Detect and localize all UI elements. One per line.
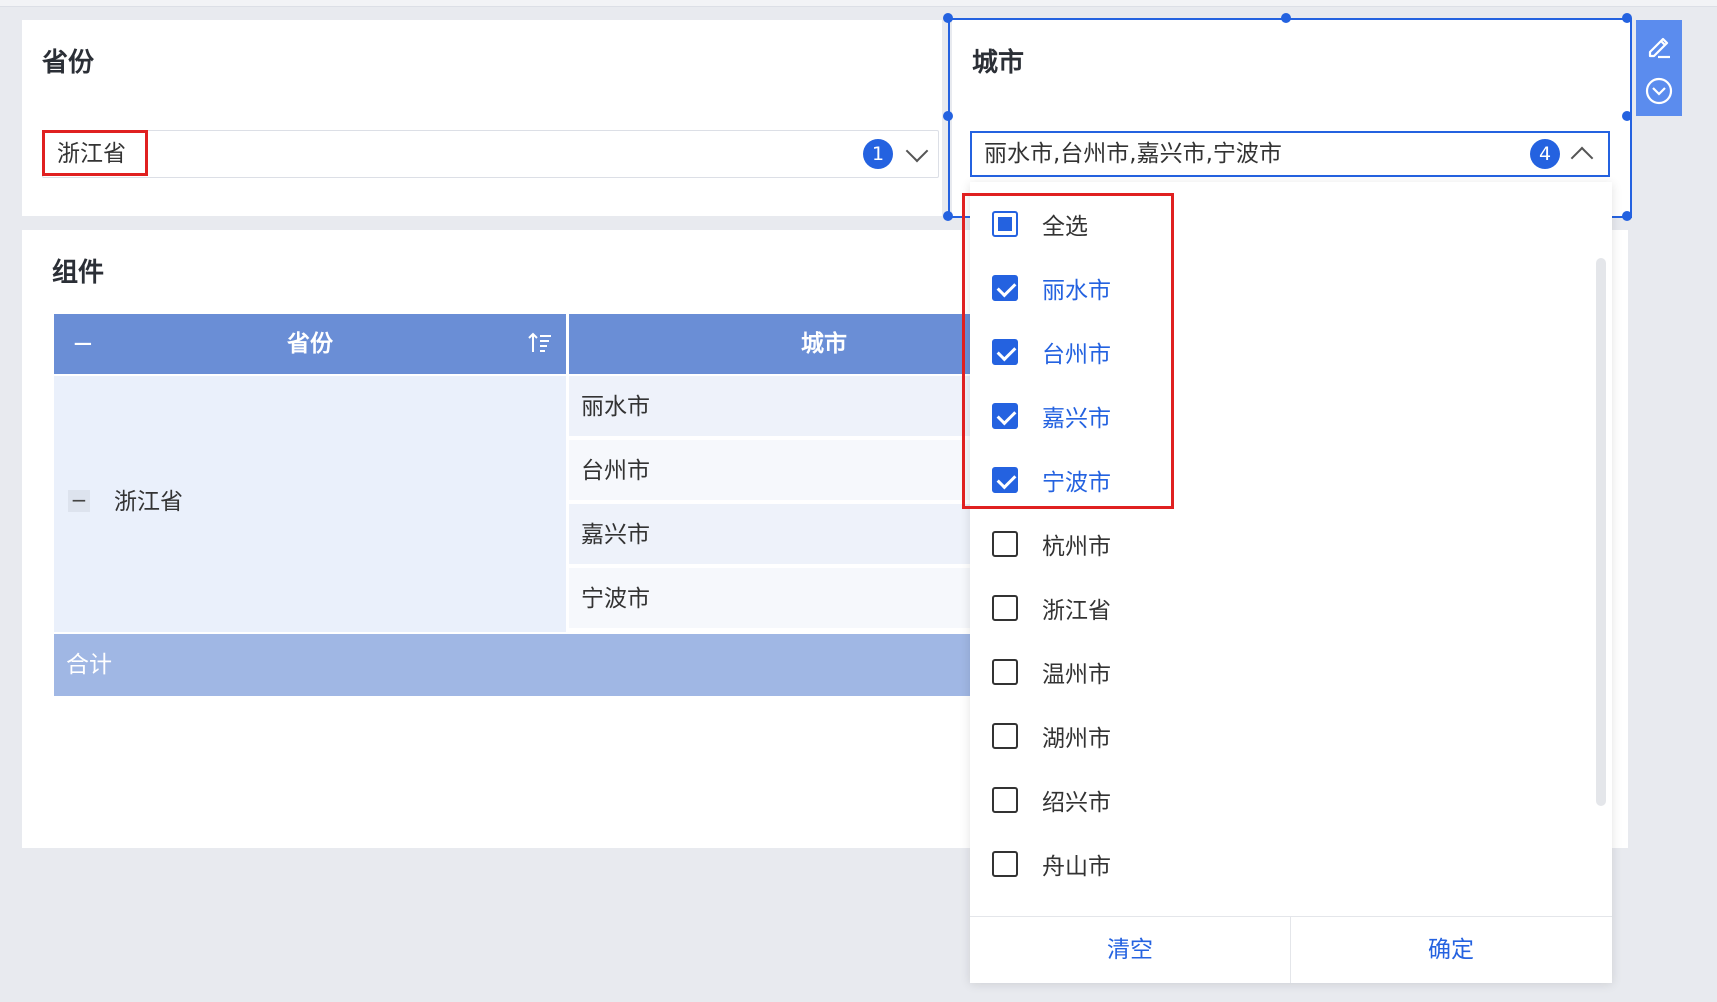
option-item[interactable]: 温州市 bbox=[992, 640, 1111, 704]
collapse-icon[interactable]: − bbox=[68, 490, 90, 512]
option-label: 杭州市 bbox=[1042, 534, 1111, 560]
checkbox-unchecked[interactable] bbox=[992, 531, 1018, 557]
sort-icon[interactable] bbox=[528, 332, 552, 354]
province-count-badge: 1 bbox=[863, 139, 893, 169]
total-row: 合计 bbox=[54, 634, 1079, 696]
collapse-all-icon[interactable]: − bbox=[72, 314, 94, 374]
resize-handle[interactable] bbox=[1622, 13, 1632, 23]
highlight-box-province-value bbox=[42, 130, 148, 176]
option-item[interactable]: 杭州市 bbox=[992, 512, 1111, 576]
component-title: 组件 bbox=[52, 258, 105, 288]
dropdown-footer: 清空 确定 bbox=[970, 916, 1612, 983]
chevron-down-icon[interactable] bbox=[905, 139, 929, 163]
option-label: 湖州市 bbox=[1042, 726, 1111, 752]
option-item[interactable]: 湖州市 bbox=[992, 704, 1111, 768]
province-filter-title: 省份 bbox=[42, 48, 95, 78]
province-cell: − 浙江省 bbox=[54, 376, 566, 632]
top-border bbox=[0, 0, 1717, 7]
option-item[interactable]: 绍兴市 bbox=[992, 768, 1111, 832]
resize-handle[interactable] bbox=[1622, 111, 1632, 121]
option-label: 浙江省 bbox=[1042, 598, 1111, 624]
chevron-up-icon[interactable] bbox=[1570, 146, 1594, 170]
resize-handle[interactable] bbox=[943, 13, 953, 23]
header-province[interactable]: − 省份 bbox=[54, 314, 566, 374]
chevron-circle-icon[interactable] bbox=[1644, 76, 1674, 106]
province-select[interactable]: 浙江省 1 bbox=[42, 130, 939, 178]
clear-button[interactable]: 清空 bbox=[970, 917, 1290, 983]
resize-handle[interactable] bbox=[943, 111, 953, 121]
option-item[interactable]: 舟山市 bbox=[992, 832, 1111, 896]
side-toolbar bbox=[1636, 20, 1682, 116]
edit-icon[interactable] bbox=[1644, 30, 1674, 60]
city-count-badge: 4 bbox=[1530, 139, 1560, 169]
option-label: 绍兴市 bbox=[1042, 790, 1111, 816]
option-label: 温州市 bbox=[1042, 662, 1111, 688]
highlight-box-selected-options bbox=[962, 193, 1174, 509]
option-item[interactable]: 浙江省 bbox=[992, 576, 1111, 640]
province-name: 浙江省 bbox=[114, 489, 183, 515]
city-select[interactable]: 丽水市,台州市,嘉兴市,宁波市 4 bbox=[970, 131, 1610, 177]
city-select-value: 丽水市,台州市,嘉兴市,宁波市 bbox=[984, 141, 1282, 167]
confirm-button[interactable]: 确定 bbox=[1291, 917, 1611, 983]
resize-handle[interactable] bbox=[1622, 211, 1632, 221]
resize-handle[interactable] bbox=[1281, 13, 1291, 23]
checkbox-unchecked[interactable] bbox=[992, 851, 1018, 877]
checkbox-unchecked[interactable] bbox=[992, 659, 1018, 685]
option-label: 舟山市 bbox=[1042, 854, 1111, 880]
checkbox-unchecked[interactable] bbox=[992, 787, 1018, 813]
resize-handle[interactable] bbox=[943, 211, 953, 221]
province-filter-card: 省份 浙江省 1 bbox=[22, 20, 942, 216]
dropdown-scrollbar[interactable] bbox=[1596, 258, 1606, 806]
header-province-label: 省份 bbox=[287, 331, 333, 357]
checkbox-unchecked[interactable] bbox=[992, 723, 1018, 749]
checkbox-unchecked[interactable] bbox=[992, 595, 1018, 621]
